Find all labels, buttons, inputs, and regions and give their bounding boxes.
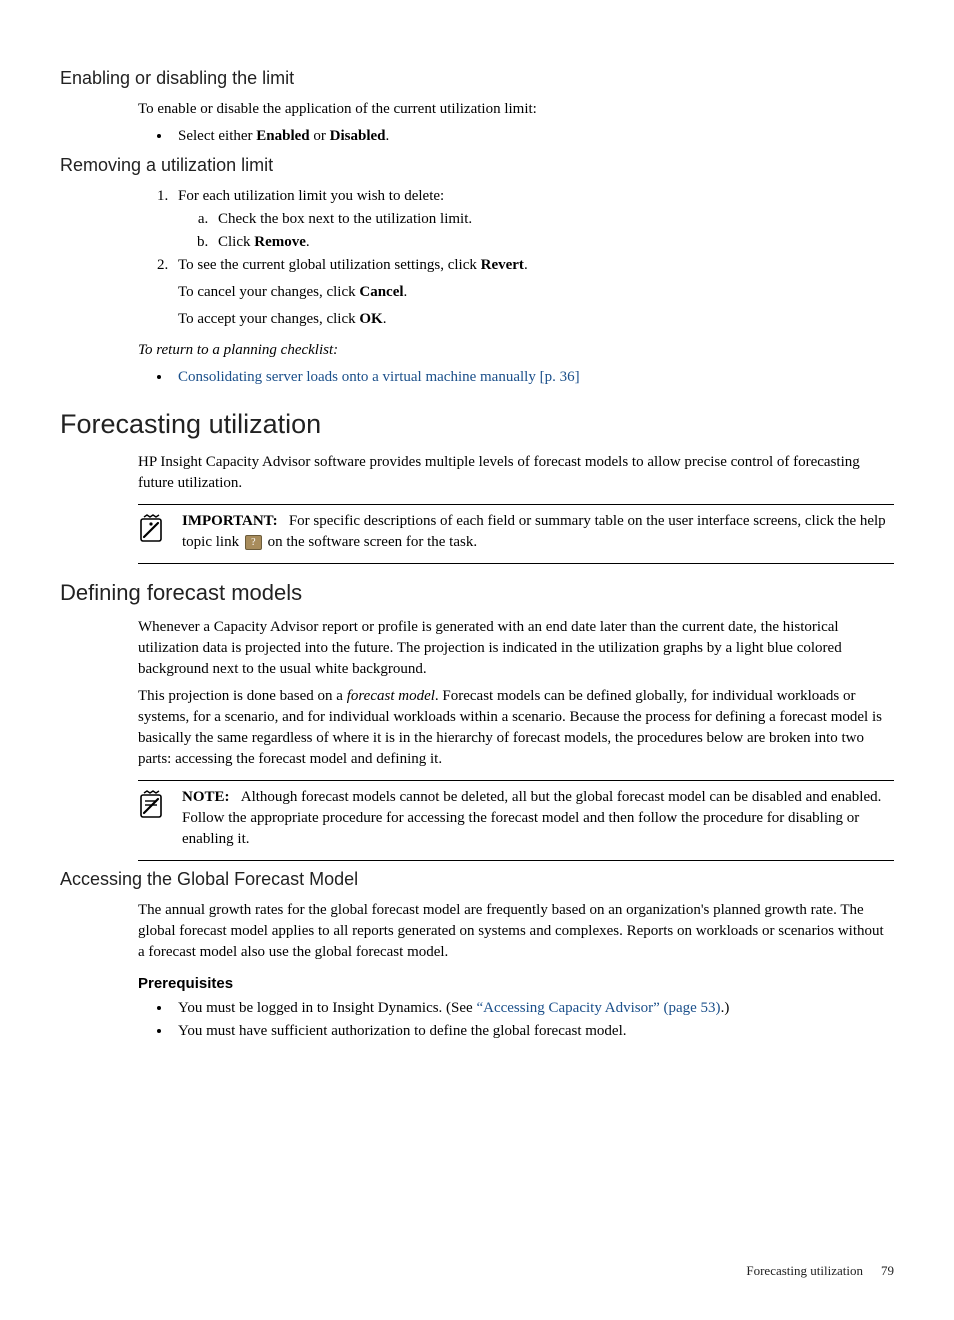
heading-prerequisites: Prerequisites (138, 973, 894, 994)
label-note: NOTE: (182, 789, 230, 805)
label-remove: Remove (254, 234, 306, 250)
heading-accessing-global-forecast-model: Accessing the Global Forecast Model (60, 867, 894, 892)
text: You must be logged in to Insight Dynamic… (178, 1000, 476, 1016)
callout-text: NOTE: Although forecast models cannot be… (182, 787, 894, 850)
text: . (404, 284, 408, 300)
paragraph: To enable or disable the application of … (138, 99, 894, 120)
label-ok: OK (359, 311, 382, 327)
list-item: Check the box next to the utilization li… (212, 209, 894, 230)
list-item: You must have sufficient authorization t… (172, 1021, 894, 1042)
text: To accept your changes, click (178, 311, 359, 327)
divider (138, 860, 894, 861)
text: To see the current global utilization se… (178, 257, 481, 273)
text: Click (218, 234, 254, 250)
paragraph: Whenever a Capacity Advisor report or pr… (138, 617, 894, 680)
important-icon (138, 513, 168, 553)
text: .) (721, 1000, 730, 1016)
label-disabled: Disabled (330, 128, 386, 144)
text: on the software screen for the task. (264, 534, 477, 550)
help-icon[interactable]: ? (245, 535, 262, 550)
text: To cancel your changes, click (178, 284, 359, 300)
paragraph: To cancel your changes, click Cancel. (178, 282, 894, 303)
heading-enabling-disabling-limit: Enabling or disabling the limit (60, 66, 894, 91)
text: Select either (178, 128, 256, 144)
text: . (383, 311, 387, 327)
list-item: To see the current global utilization se… (172, 255, 894, 330)
term-forecast-model: forecast model (347, 688, 435, 704)
divider (138, 563, 894, 564)
list-item: For each utilization limit you wish to d… (172, 186, 894, 253)
list-item: Consolidating server loads onto a virtua… (172, 367, 894, 388)
text: For each utilization limit you wish to d… (178, 188, 444, 204)
label-revert: Revert (481, 257, 524, 273)
callout-text: IMPORTANT: For specific descriptions of … (182, 511, 894, 553)
list-item: Select either Enabled or Disabled. (172, 126, 894, 147)
text: . (306, 234, 310, 250)
text: or (310, 128, 330, 144)
text: This projection is done based on a (138, 688, 347, 704)
list-item: Click Remove. (212, 232, 894, 253)
text: . (386, 128, 390, 144)
note-icon (138, 789, 168, 850)
label-cancel: Cancel (359, 284, 403, 300)
callout-important: IMPORTANT: For specific descriptions of … (138, 511, 894, 553)
paragraph: This projection is done based on a forec… (138, 686, 894, 770)
return-label: To return to a planning checklist: (138, 340, 894, 361)
paragraph: The annual growth rates for the global f… (138, 900, 894, 963)
heading-forecasting-utilization: Forecasting utilization (60, 406, 894, 444)
label-important: IMPORTANT: (182, 513, 278, 529)
heading-defining-forecast-models: Defining forecast models (60, 578, 894, 609)
text: Although forecast models cannot be delet… (182, 789, 881, 847)
label-enabled: Enabled (256, 128, 309, 144)
callout-note: NOTE: Although forecast models cannot be… (138, 787, 894, 850)
list-item: You must be logged in to Insight Dynamic… (172, 998, 894, 1019)
heading-removing-utilization-limit: Removing a utilization limit (60, 153, 894, 178)
page-footer: Forecasting utilization79 (60, 1262, 894, 1280)
divider (138, 780, 894, 781)
paragraph: To accept your changes, click OK. (178, 309, 894, 330)
text: . (524, 257, 528, 273)
link-accessing-capacity-advisor[interactable]: “Accessing Capacity Advisor” (page 53) (476, 1000, 720, 1016)
divider (138, 504, 894, 505)
paragraph: HP Insight Capacity Advisor software pro… (138, 452, 894, 494)
link-consolidating[interactable]: Consolidating server loads onto a virtua… (178, 369, 580, 385)
